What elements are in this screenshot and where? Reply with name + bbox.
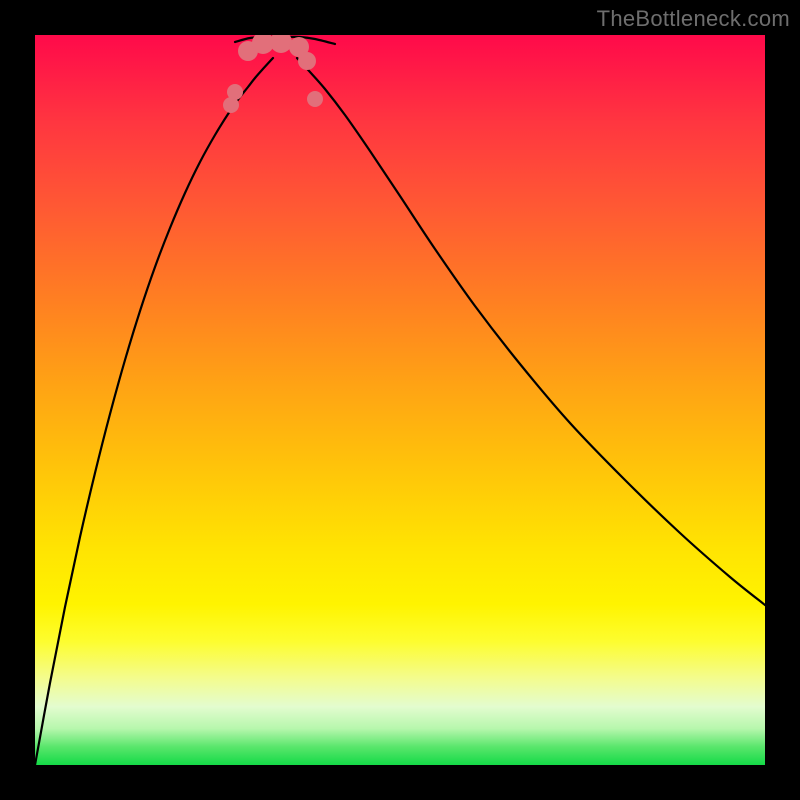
data-marker bbox=[298, 52, 316, 70]
watermark-text: TheBottleneck.com bbox=[597, 6, 790, 32]
plot-area bbox=[35, 35, 765, 765]
data-marker bbox=[270, 35, 292, 53]
curve-left-branch bbox=[35, 58, 273, 765]
curve-right-branch bbox=[297, 58, 765, 605]
data-marker bbox=[307, 91, 323, 107]
curve-layer bbox=[35, 35, 765, 765]
chart-frame: TheBottleneck.com bbox=[0, 0, 800, 800]
data-marker bbox=[227, 84, 243, 100]
marker-group bbox=[223, 35, 323, 113]
